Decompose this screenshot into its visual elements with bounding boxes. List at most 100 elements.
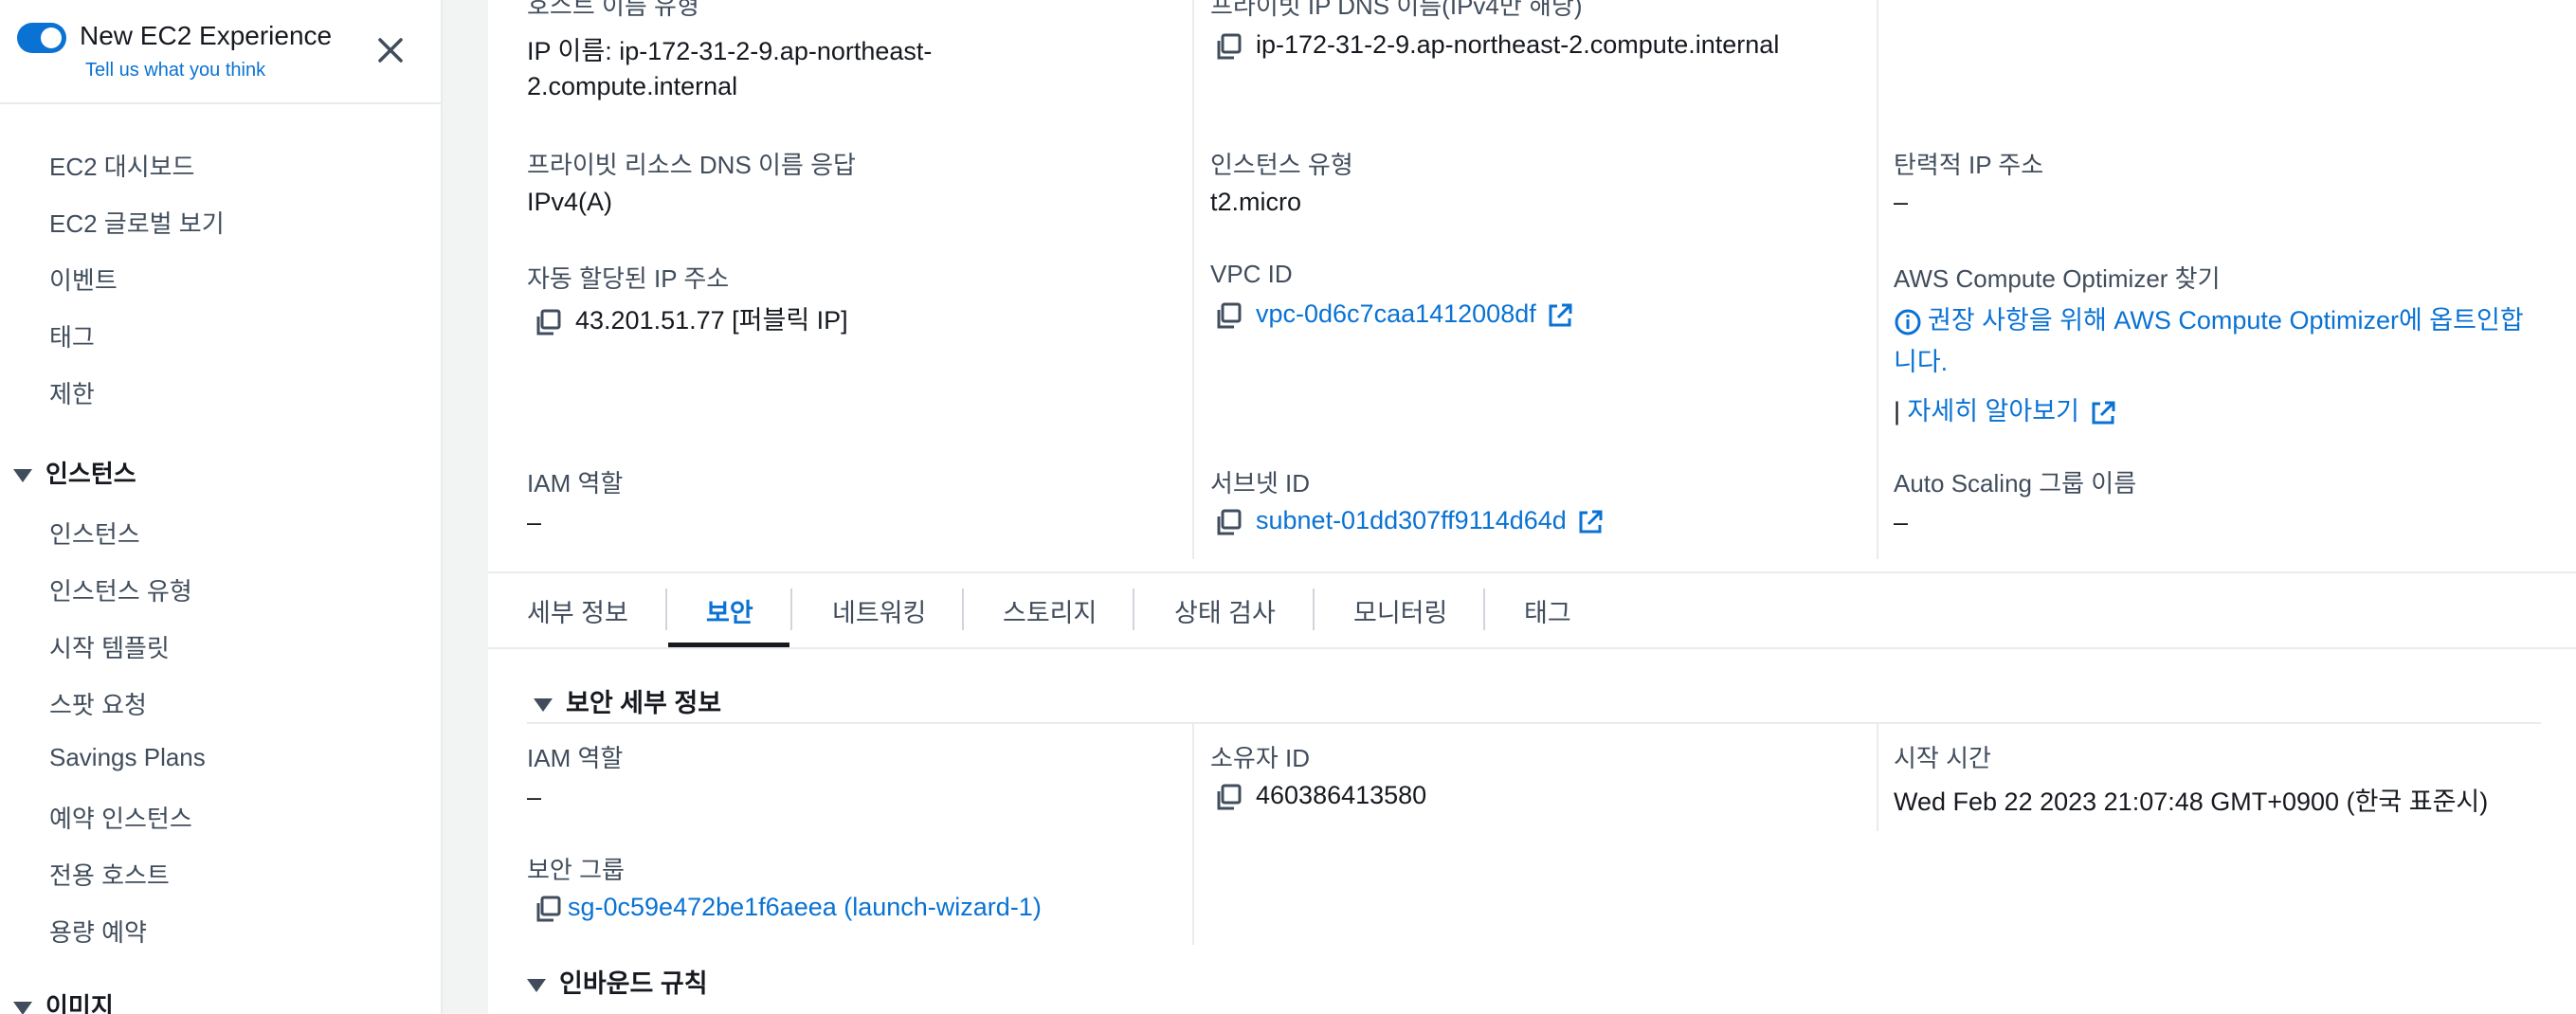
subnet-id-link[interactable]: subnet-01dd307ff9114d64d — [1256, 506, 1567, 534]
elastic-ip-label: 탄력적 IP 주소 — [1894, 151, 2044, 179]
copy-icon[interactable] — [1214, 508, 1243, 536]
inbound-rules-title: 인바운드 규칙 — [559, 969, 708, 998]
nav-instances[interactable]: 인스턴스 — [49, 516, 140, 551]
nav-ec2-global-view[interactable]: EC2 글로벌 보기 — [49, 205, 225, 240]
nav-instance-types[interactable]: 인스턴스 유형 — [49, 572, 192, 607]
owner-id-text: 460386413580 — [1256, 781, 1427, 809]
owner-id-value: 460386413580 — [1214, 781, 1426, 811]
nav-launch-templates[interactable]: 시작 템플릿 — [49, 629, 170, 664]
security-iam-role-value: – — [527, 783, 542, 811]
compute-optimizer-link-line1[interactable]: 권장 사항을 위해 AWS Compute Optimizer에 옵트인합 — [1894, 299, 2524, 336]
private-resource-dns-value: IPv4(A) — [527, 188, 613, 216]
tab-storage[interactable]: 스토리지 — [1003, 592, 1097, 629]
nav-section-instances[interactable]: 인스턴스 — [13, 455, 136, 490]
nav-section-images[interactable]: 이미지 — [13, 987, 114, 1014]
nav-reserved-instances[interactable]: 예약 인스턴스 — [49, 800, 192, 835]
external-link-icon[interactable] — [1546, 301, 1574, 330]
nav-events[interactable]: 이벤트 — [49, 262, 118, 297]
compute-optimizer-label: AWS Compute Optimizer 찾기 — [1894, 264, 2221, 293]
active-tab-indicator — [668, 643, 789, 647]
external-link-icon[interactable] — [2089, 399, 2117, 427]
nav-dedicated-hosts[interactable]: 전용 호스트 — [49, 857, 170, 892]
auto-assigned-ip-label: 자동 할당된 IP 주소 — [527, 264, 730, 293]
learn-more-separator: | — [1894, 397, 1901, 426]
new-experience-toggle-row: New EC2 Experience Tell us what you thin… — [17, 19, 415, 87]
external-link-icon[interactable] — [1576, 508, 1605, 536]
column-divider — [1877, 722, 1878, 831]
section-divider — [527, 722, 2541, 724]
learn-more-link[interactable]: 자세히 알아보기 — [1908, 397, 2079, 426]
private-ip-dns-label: 프라이빗 IP DNS 이름(IPv4만 해당) — [1210, 0, 1583, 20]
elastic-ip-value: – — [1894, 188, 1909, 216]
vpc-id-label: VPC ID — [1210, 260, 1293, 288]
inbound-rules-header[interactable]: 인바운드 규칙 — [527, 963, 708, 1000]
tab-separator — [962, 588, 964, 630]
copy-icon[interactable] — [534, 308, 562, 336]
subnet-id-value: subnet-01dd307ff9114d64d — [1214, 506, 1605, 536]
security-details-header[interactable]: 보안 세부 정보 — [534, 682, 721, 719]
copy-icon[interactable] — [534, 895, 562, 923]
copy-icon[interactable] — [1214, 32, 1243, 61]
security-group-value: sg-0c59e472be1f6aeea (launch-wizard-1) — [534, 893, 1042, 923]
owner-id-label: 소유자 ID — [1210, 744, 1310, 772]
tab-security[interactable]: 보안 — [706, 592, 753, 629]
column-divider — [1192, 722, 1194, 945]
nav-spot-requests[interactable]: 스팟 요청 — [49, 686, 147, 721]
close-icon[interactable] — [371, 30, 410, 70]
nav-section-label: 이미지 — [45, 992, 114, 1014]
nav-limits[interactable]: 제한 — [49, 375, 95, 410]
learn-more-row: | 자세히 알아보기 — [1894, 390, 2117, 427]
security-details-title: 보안 세부 정보 — [566, 689, 722, 717]
nav-tags[interactable]: 태그 — [49, 318, 95, 353]
private-resource-dns-label: 프라이빗 리소스 DNS 이름 응답 — [527, 151, 856, 179]
caret-down-icon — [13, 1002, 32, 1014]
tab-separator — [790, 588, 792, 630]
vpc-id-value: vpc-0d6c7caa1412008df — [1214, 299, 1574, 330]
private-ip-dns-text: ip-172-31-2-9.ap-northeast-2.compute.int… — [1256, 30, 1780, 59]
security-group-link[interactable]: sg-0c59e472be1f6aeea (launch-wizard-1) — [568, 893, 1042, 921]
launch-time-label: 시작 시간 — [1894, 744, 1991, 772]
caret-down-icon — [534, 697, 553, 712]
security-iam-role-label: IAM 역할 — [527, 744, 624, 772]
hostname-type-label: 호스트 이름 유형 — [527, 0, 699, 20]
vpc-id-link[interactable]: vpc-0d6c7caa1412008df — [1256, 299, 1536, 328]
hostname-type-value-line2: 2.compute.internal — [527, 72, 738, 100]
subnet-id-label: 서브넷 ID — [1210, 469, 1310, 498]
auto-assigned-ip-text: 43.201.51.77 [퍼블릭 IP] — [575, 306, 848, 335]
tab-tags[interactable]: 태그 — [1524, 592, 1571, 629]
compute-optimizer-text: 권장 사항을 위해 AWS Compute Optimizer에 옵트인합 — [1928, 306, 2524, 335]
tab-separator — [1133, 588, 1134, 630]
column-divider — [1877, 0, 1878, 559]
nav-ec2-dashboard[interactable]: EC2 대시보드 — [49, 148, 194, 183]
auto-scaling-group-label: Auto Scaling 그룹 이름 — [1894, 469, 2137, 498]
toggle-title: New EC2 Experience — [80, 21, 333, 50]
tab-monitoring[interactable]: 모니터링 — [1353, 592, 1447, 629]
private-ip-dns-value: ip-172-31-2-9.ap-northeast-2.compute.int… — [1214, 30, 1779, 61]
compute-optimizer-link-line2[interactable]: 니다. — [1894, 341, 1948, 378]
copy-icon[interactable] — [1214, 783, 1243, 811]
hostname-type-value-line1: IP 이름: ip-172-31-2-9.ap-northeast- — [527, 37, 933, 65]
new-experience-toggle[interactable] — [17, 23, 66, 53]
instance-type-label: 인스턴스 유형 — [1210, 151, 1353, 179]
tab-status-checks[interactable]: 상태 검사 — [1174, 592, 1276, 629]
copy-icon[interactable] — [1214, 301, 1243, 330]
auto-scaling-group-value: – — [1894, 508, 1909, 536]
iam-role-value: – — [527, 508, 542, 536]
tab-details[interactable]: 세부 정보 — [527, 592, 628, 629]
sidebar: New EC2 Experience Tell us what you thin… — [0, 0, 443, 1014]
sidebar-divider — [0, 102, 441, 104]
feedback-link[interactable]: Tell us what you think — [85, 60, 265, 81]
nav-savings-plans[interactable]: Savings Plans — [49, 743, 206, 772]
iam-role-label: IAM 역할 — [527, 469, 624, 498]
tab-networking[interactable]: 네트워킹 — [832, 592, 926, 629]
auto-assigned-ip-value: 43.201.51.77 [퍼블릭 IP] — [534, 299, 848, 336]
info-icon — [1895, 309, 1921, 335]
tab-bar: 세부 정보 보안 네트워킹 스토리지 상태 검사 모니터링 태그 — [488, 571, 2576, 649]
caret-down-icon — [527, 978, 546, 992]
nav-capacity-reservations[interactable]: 용량 예약 — [49, 914, 147, 949]
tab-separator — [1483, 588, 1485, 630]
toggle-knob — [41, 27, 62, 48]
column-divider — [1192, 0, 1194, 559]
instance-details-panel: 호스트 이름 유형 IP 이름: ip-172-31-2-9.ap-northe… — [488, 0, 2576, 1014]
tab-separator — [1313, 588, 1315, 630]
